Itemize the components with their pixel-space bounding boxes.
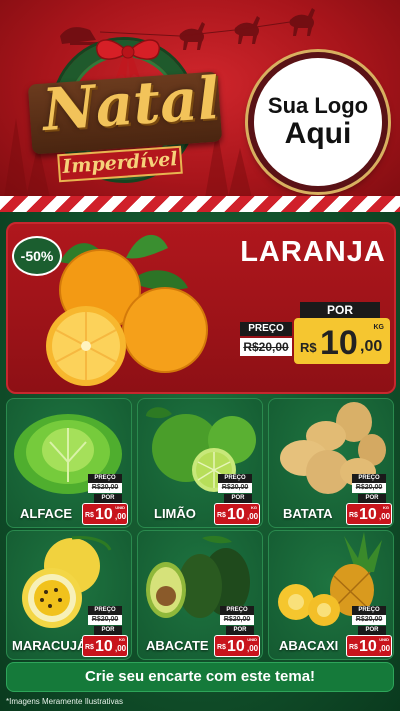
price-decimal: ,00 <box>247 512 259 521</box>
price-unit: KG <box>383 505 389 510</box>
price-integer: 10 <box>359 638 377 655</box>
product-name-batata: BATATA <box>283 506 333 521</box>
header-banner: Natal Imperdível Sua Logo Aqui <box>0 0 400 210</box>
preco-label: PREÇO <box>218 474 252 483</box>
page-title: Natal <box>40 63 222 145</box>
featured-price: R$ 10 ,00 KG <box>294 318 390 364</box>
preco-label: PREÇO <box>88 606 122 615</box>
price-decimal: ,00 <box>379 644 391 653</box>
product-price: R$ 10 ,00 UNID <box>214 635 260 657</box>
old-price: R$20,00 <box>218 483 252 493</box>
por-label: POR <box>226 626 254 635</box>
price-currency: R$ <box>300 340 317 355</box>
price-unit: KG <box>251 505 257 510</box>
por-label: POR <box>224 494 252 503</box>
preco-label: PREÇO <box>352 606 386 615</box>
logo-text-line2: Aqui <box>284 117 352 150</box>
price-unit: UNID <box>115 505 125 510</box>
price-integer: 10 <box>320 324 358 362</box>
price-integer: 10 <box>95 638 113 655</box>
por-label: POR <box>300 302 380 318</box>
old-price: R$20,00 <box>240 338 292 356</box>
tree-icon <box>228 148 252 198</box>
price-currency: R$ <box>217 644 226 651</box>
price-decimal: ,00 <box>115 512 127 521</box>
price-integer: 10 <box>359 506 377 523</box>
product-name-abacate: ABACATE <box>146 638 209 653</box>
price-currency: R$ <box>217 512 226 519</box>
disclaimer-text: *Imagens Meramente Ilustrativas <box>6 697 123 706</box>
old-price: R$20,00 <box>352 615 386 625</box>
price-unit: UNID <box>247 637 257 642</box>
preco-label: PREÇO <box>240 322 292 336</box>
por-label: POR <box>94 494 122 503</box>
old-price: R$20,00 <box>88 483 122 493</box>
price-currency: R$ <box>349 512 358 519</box>
old-price: R$20,00 <box>352 483 386 493</box>
candy-cane-divider <box>0 196 400 212</box>
product-name-maracuja: MARACUJÁ <box>12 638 87 653</box>
price-integer: 10 <box>227 506 245 523</box>
price-currency: R$ <box>85 644 94 651</box>
por-label: POR <box>94 626 122 635</box>
logo-text-line1: Sua Logo <box>267 93 369 118</box>
tree-icon <box>4 118 28 198</box>
product-price: R$ 10 ,00 UNID <box>82 503 128 525</box>
price-decimal: ,00 <box>360 338 383 355</box>
price-integer: 10 <box>95 506 113 523</box>
price-integer: 10 <box>227 638 245 655</box>
logo-placeholder[interactable]: Sua Logo Aqui <box>248 52 388 192</box>
por-label: POR <box>358 494 386 503</box>
price-decimal: ,00 <box>247 644 259 653</box>
price-currency: R$ <box>85 512 94 519</box>
product-price: R$ 10 ,00 KG <box>346 503 392 525</box>
por-label: POR <box>358 626 386 635</box>
product-price: R$ 10 ,00 KG <box>214 503 260 525</box>
price-decimal: ,00 <box>379 512 391 521</box>
price-unit: UNID <box>379 637 389 642</box>
product-price: R$ 10 ,00 UNID <box>346 635 392 657</box>
product-price: R$ 10 ,00 KG <box>82 635 128 657</box>
product-name-alface: ALFACE <box>20 506 72 521</box>
product-name-abacaxi: ABACAXI <box>279 638 339 653</box>
old-price: R$20,00 <box>220 615 254 625</box>
reindeer-sleigh-icon <box>60 8 315 50</box>
featured-product-name: LARANJA <box>240 236 386 268</box>
price-unit: KG <box>373 324 385 331</box>
price-currency: R$ <box>349 644 358 651</box>
product-name-limao: LIMÃO <box>154 506 196 521</box>
price-decimal: ,00 <box>115 644 127 653</box>
price-unit: KG <box>119 637 125 642</box>
preco-label: PREÇO <box>88 474 122 483</box>
old-price: R$20,00 <box>88 615 122 625</box>
preco-label: PREÇO <box>352 474 386 483</box>
create-flyer-button[interactable]: Crie seu encarte com este tema! <box>6 662 394 692</box>
preco-label: PREÇO <box>220 606 254 615</box>
discount-badge: -50% <box>12 236 62 276</box>
